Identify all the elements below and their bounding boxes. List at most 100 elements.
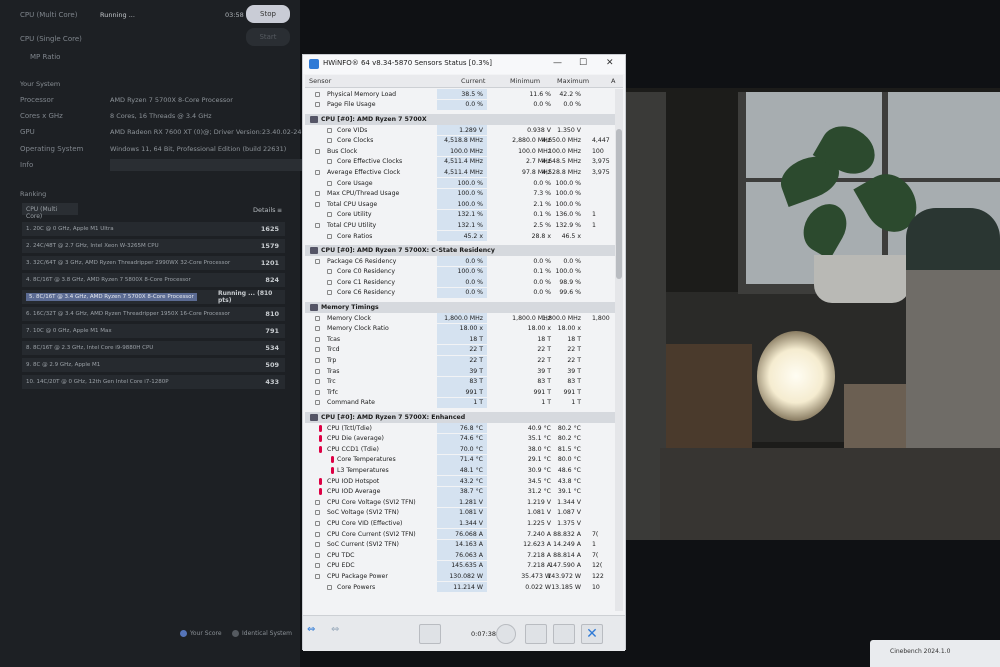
close-icon[interactable]: ✕ [606, 58, 614, 68]
ranking-score: 824 [265, 276, 279, 284]
ranking-row[interactable]: 2. 24C/48T @ 2.7 GHz, Intel Xeon W-3265M… [22, 239, 285, 253]
sensor-name: Total CPU Usage [327, 200, 378, 208]
sensor-row[interactable]: Core Powers 11.214 W 0.022 W 13.185 W 10 [305, 582, 615, 593]
sensor-current: 100.0 % [457, 200, 483, 208]
sensor-group-header[interactable]: Memory Timings [305, 302, 615, 313]
ranking-row[interactable]: 7. 10C @ 0 GHz, Apple M1 Max 791 [22, 324, 285, 338]
minimize-icon[interactable]: — [553, 58, 562, 68]
sensor-row[interactable]: Core C1 Residency 0.0 % 0.0 % 98.9 % [305, 277, 615, 288]
sensor-row[interactable]: Trcd 22 T 22 T 22 T [305, 344, 615, 356]
sensor-row[interactable]: Trp 22 T 22 T 22 T [305, 355, 615, 366]
taskbar-cinebench[interactable]: Cinebench 2024.1.0 [870, 640, 1000, 667]
system-info-field[interactable] [110, 159, 305, 171]
sensor-row[interactable]: Memory Clock Ratio 18.00 x 18.00 x 18.00 x [305, 323, 615, 334]
thermometer-icon [319, 488, 322, 496]
sensor-row[interactable]: CPU Package Power 130.082 W 35.473 W 143.97… [305, 571, 615, 582]
sensor-row[interactable]: Core VIDs 1.289 V 0.938 V 1.350 V [305, 125, 615, 136]
ranking-row[interactable]: 6. 16C/32T @ 3.4 GHz, AMD Ryzen Threadri… [22, 307, 285, 321]
sensor-row[interactable]: CPU CCD1 (Tdie) 70.0 °C 38.0 °C 81.5 °C [305, 444, 615, 455]
sensor-row[interactable]: Average Effective Clock 4,511.4 MHz 97.8 M… [305, 167, 615, 178]
sensor-row[interactable]: CPU Core Current (SVI2 TFN) 76.068 A 7.240… [305, 529, 615, 540]
ranking-row[interactable]: 5. 8C/16T @ 3.4 GHz, AMD Ryzen 7 5700X 8… [22, 290, 285, 304]
ranking-row[interactable]: 9. 8C @ 2.9 GHz, Apple M1 509 [22, 358, 285, 372]
sensor-name: Bus Clock [327, 147, 358, 155]
stop-button[interactable]: Stop [246, 5, 290, 23]
sensor-row[interactable]: Tcas 18 T 18 T 18 T [305, 334, 615, 345]
sensor-row[interactable]: CPU Core Voltage (SVI2 TFN) 1.281 V 1.219 … [305, 497, 615, 508]
sensor-row[interactable]: Core Utility 132.1 % 0.1 % 136.0 % 1 [305, 209, 615, 221]
col-maximum[interactable]: Maximum [557, 77, 589, 85]
sensor-row[interactable]: Command Rate 1 T1 T1 T [305, 397, 615, 409]
sensor-maximum: 991 T [563, 388, 581, 396]
sensor-row[interactable]: Core Usage 100.0 % 0.0 % 100.0 % [305, 178, 615, 189]
sensor-row[interactable]: Core C0 Residency 100.0 % 0.1 % 100.0 % [305, 266, 615, 278]
sensor-icon [327, 138, 332, 144]
exit-icon[interactable]: ✕ [581, 624, 603, 644]
sensor-row[interactable]: Tras 39 T 39 T 39 T [305, 366, 615, 377]
sensor-row[interactable]: Trc 83 T 83 T 83 T [305, 376, 615, 387]
sensor-list[interactable]: Physical Memory Load 38.5 % 11.6 % 42.2 % Pa… [305, 89, 615, 611]
clock-icon[interactable] [496, 624, 516, 644]
filter-icon[interactable]: ≡ [277, 207, 282, 214]
sensor-current: 48.1 °C [459, 466, 483, 474]
sensor-current: 132.1 % [457, 221, 483, 229]
sensor-row[interactable]: CPU IOD Hotspot 43.2 °C 34.5 °C 43.8 °C [305, 476, 615, 487]
sensor-row[interactable]: Trfc 991 T 991 T 991 T [305, 387, 615, 398]
col-sensor[interactable]: Sensor [309, 77, 331, 85]
sensor-scrollbar[interactable] [615, 89, 623, 611]
details-button[interactable]: Details [253, 206, 276, 214]
sensor-row[interactable]: Core Effective Clocks 4,511.4 MHz 2.7 MHz 4… [305, 156, 615, 168]
col-average[interactable]: A [611, 77, 615, 85]
sensor-row[interactable]: CPU Core VID (Effective) 1.344 V 1.225 V 1.… [305, 518, 615, 529]
sensor-row[interactable]: Memory Clock 1,800.0 MHz 1,800.0 MHz 1,800.… [305, 313, 615, 324]
sensor-row[interactable]: Total CPU Utility 132.1 % 2.5 % 132.9 % 1 [305, 220, 615, 231]
ranking-row[interactable]: 10. 14C/20T @ 0 GHz, 12th Gen Intel Core… [22, 375, 285, 389]
hwinfo-titlebar[interactable]: HWiNFO® 64 v8.34-5870 Sensors Status [0.… [303, 55, 625, 74]
sensor-group-header[interactable]: CPU [#0]: AMD Ryzen 7 5700X: Enhanced [305, 412, 615, 423]
sensor-row[interactable]: Package C6 Residency 0.0 % 0.0 % 0.0 % [305, 256, 615, 267]
settings-icon[interactable] [553, 624, 575, 644]
ranking-filter-dropdown[interactable]: CPU (Multi Core) [22, 203, 78, 220]
sensor-row[interactable]: Core C6 Residency 0.0 % 0.0 % 99.6 % [305, 287, 615, 299]
sensor-current: 100.0 % [457, 190, 483, 198]
sensor-average: 3,975 [592, 168, 610, 176]
sensor-group-header[interactable]: CPU [#0]: AMD Ryzen 7 5700X [305, 114, 615, 125]
sensor-average: 122 [592, 572, 604, 580]
sensor-group-header[interactable]: CPU [#0]: AMD Ryzen 7 5700X: C-State Res… [305, 245, 615, 256]
sensor-name: Trp [327, 357, 337, 365]
sensor-row[interactable]: CPU Die (average) 74.6 °C 35.1 °C 80.2 °C [305, 433, 615, 444]
nav-arrows-icon[interactable]: ⇔ [307, 624, 329, 644]
sensor-row[interactable]: CPU TDC 76.063 A 7.218 A 88.814 A 7( [305, 550, 615, 561]
sensor-row[interactable]: Core Clocks 4,518.8 MHz 2,880.0 MHz 4,650.0… [305, 135, 615, 146]
sensor-icon [327, 290, 332, 296]
sensor-row[interactable]: CPU (Tctl/Tdie) 76.8 °C 40.9 °C 80.2 °C [305, 423, 615, 434]
ranking-score: 433 [265, 378, 279, 386]
ranking-row[interactable]: 3. 32C/64T @ 3 GHz, AMD Ryzen Threadripp… [22, 256, 285, 270]
sensor-row[interactable]: SoC Voltage (SVI2 TFN) 1.081 V 1.081 V 1.08… [305, 507, 615, 519]
ranking-row[interactable]: 1. 20C @ 0 GHz, Apple M1 Ultra 1625 [22, 222, 285, 236]
sensor-row[interactable]: CPU IOD Average 38.7 °C 31.2 °C 39.1 °C [305, 486, 615, 497]
sensor-row[interactable]: SoC Current (SVI2 TFN) 14.163 A 12.623 A 14… [305, 539, 615, 550]
nav-arrows-alt-icon[interactable]: ⇔ [331, 624, 353, 644]
sensor-row[interactable]: CPU EDC 145.635 A 7.218 A 147.590 A 12( [305, 560, 615, 572]
sensor-row[interactable]: Total CPU Usage 100.0 % 2.1 % 100.0 % [305, 199, 615, 210]
col-current[interactable]: Current [461, 77, 485, 85]
sensor-row[interactable]: Physical Memory Load 38.5 % 11.6 % 42.2 % [305, 89, 615, 100]
sensor-row[interactable]: Core Temperatures 71.4 °C 29.1 °C 80.0 °C [305, 454, 615, 466]
sensor-row[interactable]: Max CPU/Thread Usage 100.0 % 7.3 % 100.0 % [305, 188, 615, 199]
start-button[interactable]: Start [246, 28, 290, 46]
network-icon[interactable] [419, 624, 441, 644]
sensor-row[interactable]: Page File Usage 0.0 % 0.0 % 0.0 % [305, 99, 615, 111]
sensor-row[interactable]: Core Ratios 45.2 x 28.8 x 46.5 x [305, 231, 615, 242]
system-row-gpu: GPU AMD Radeon RX 7600 XT (0)@; Driver V… [20, 128, 305, 136]
sensor-row[interactable]: L3 Temperatures 48.1 °C 30.9 °C 48.6 °C [305, 465, 615, 476]
ranking-row[interactable]: 4. 8C/16T @ 3.8 GHz, AMD Ryzen 7 5800X 8… [22, 273, 285, 287]
maximize-icon[interactable]: ☐ [579, 58, 587, 68]
cpu-multi-label: CPU (Multi Core) [20, 11, 78, 19]
sensor-current: 145.635 A [451, 562, 483, 570]
sensor-row[interactable]: Bus Clock 100.0 MHz 100.0 MHz 100.0 MHz 100 [305, 146, 615, 157]
ranking-row[interactable]: 8. 8C/16T @ 2.3 GHz, Intel Core i9-9880H… [22, 341, 285, 355]
col-minimum[interactable]: Minimum [510, 77, 540, 85]
report-icon[interactable] [525, 624, 547, 644]
sensor-average: 10 [592, 583, 600, 591]
